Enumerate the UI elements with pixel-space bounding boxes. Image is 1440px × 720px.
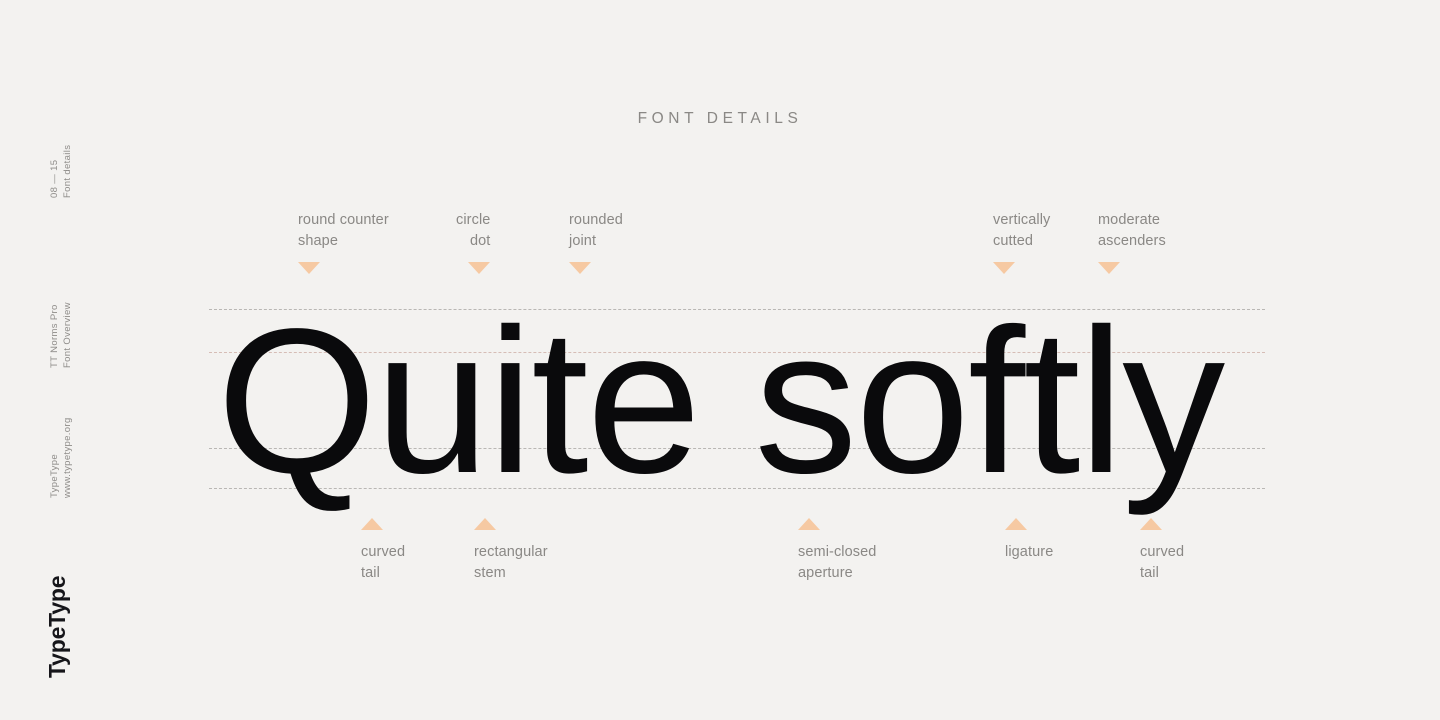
annotation-label: curved tail: [1140, 544, 1185, 581]
annotation-label: round counter shape: [298, 212, 389, 249]
triangle-up-icon: [361, 518, 383, 530]
triangle-up-icon: [1140, 518, 1162, 530]
slide-canvas: 08 — 15 Font details TT Norms Pro Font O…: [0, 0, 1440, 720]
annotation-label: semi-closed aperture: [798, 544, 877, 581]
triangle-down-icon: [1098, 262, 1120, 274]
annotation-curved-tail-left: curved tail: [361, 518, 405, 584]
annotation-rounded-joint: rounded joint: [569, 210, 623, 274]
meta-section-label: Font details: [62, 144, 73, 198]
annotation-round-counter-shape: round counter shape: [298, 210, 389, 274]
annotation-label: circle dot: [456, 212, 491, 249]
meta-block-section: 08 — 15 Font details: [48, 145, 74, 198]
annotation-semi-closed-aperture: semi-closed aperture: [798, 518, 876, 584]
specimen-word: Quite softly: [216, 286, 1225, 516]
annotation-label: ligature: [1005, 544, 1054, 560]
annotation-rectangular-stem: rectangular stem: [474, 518, 548, 584]
annotation-moderate-ascenders: moderate ascenders: [1098, 210, 1166, 274]
page-title: FONT DETAILS: [637, 110, 803, 127]
triangle-down-icon: [468, 262, 491, 274]
brand-logo: TypeType: [44, 575, 70, 678]
annotation-circle-dot: circle dot: [456, 210, 491, 274]
annotation-label: moderate ascenders: [1098, 212, 1166, 249]
triangle-up-icon: [798, 518, 820, 530]
meta-section-number: 08 — 15: [49, 159, 60, 198]
annotation-ligature: ligature: [1005, 518, 1053, 563]
annotation-curved-tail-right: curved tail: [1140, 518, 1184, 584]
triangle-up-icon: [474, 518, 496, 530]
annotation-label: rectangular stem: [474, 544, 548, 581]
triangle-up-icon: [1005, 518, 1027, 530]
annotation-label: rounded joint: [569, 212, 623, 249]
annotation-label: curved tail: [361, 544, 406, 581]
annotation-label: vertically cutted: [993, 212, 1051, 249]
annotation-vertically-cutted: vertically cutted: [993, 210, 1050, 274]
triangle-down-icon: [298, 262, 320, 274]
triangle-down-icon: [569, 262, 591, 274]
triangle-down-icon: [993, 262, 1015, 274]
